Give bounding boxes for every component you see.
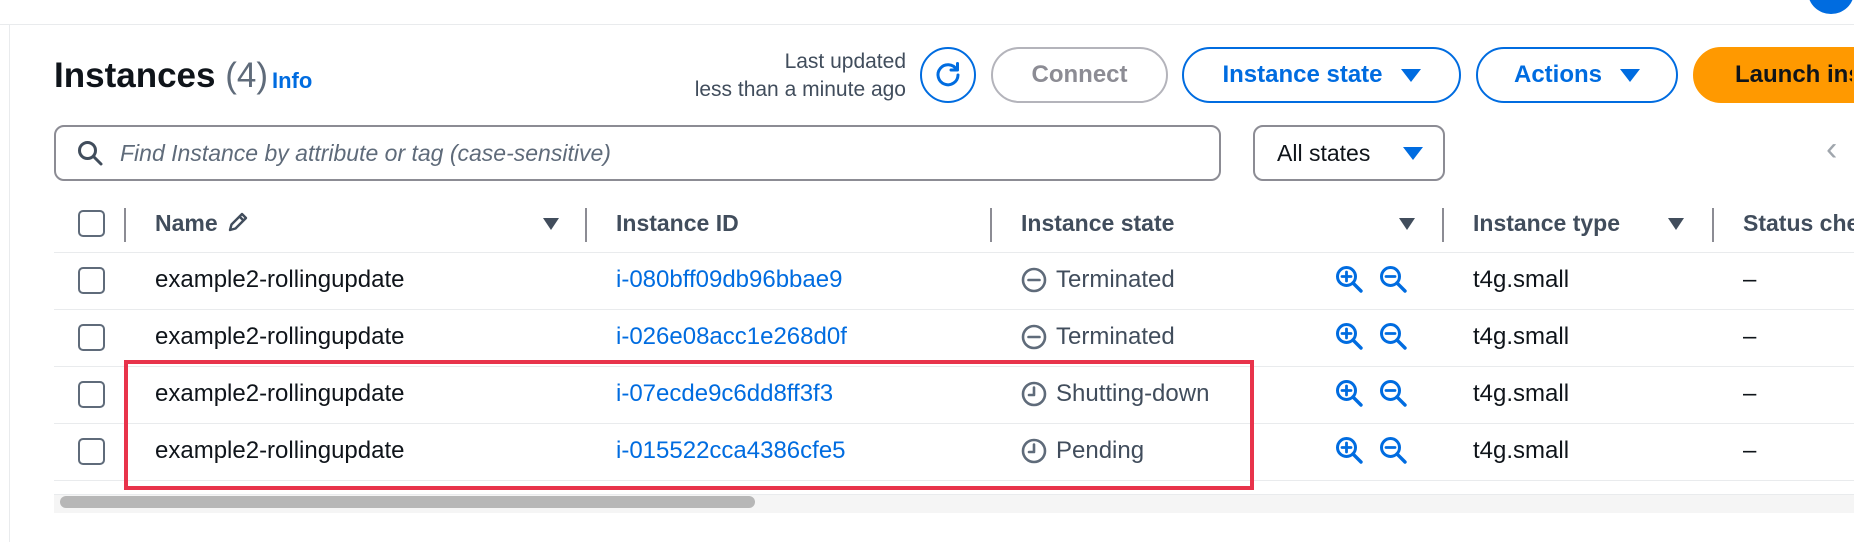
status-check: –: [1743, 266, 1757, 293]
instance-state-button[interactable]: Instance state: [1182, 47, 1461, 103]
last-updated-value: less than a minute ago: [694, 78, 906, 101]
instance-state-label: Terminated: [1056, 266, 1175, 293]
sort-caret-icon[interactable]: [1668, 218, 1684, 230]
column-header-instance-type[interactable]: Instance type: [1473, 210, 1620, 237]
zoom-out-icon[interactable]: [1378, 321, 1408, 351]
launch-instances-label: Launch ins: [1735, 61, 1854, 88]
column-header-name-label: Name: [155, 210, 218, 236]
column-divider[interactable]: [1712, 208, 1714, 242]
instance-state: Terminated: [1020, 266, 1175, 294]
column-header-name[interactable]: Name: [155, 210, 250, 237]
instance-type: t4g.small: [1473, 437, 1570, 464]
instance-id-link[interactable]: i-026e08acc1e268d0f: [616, 323, 847, 351]
search-input[interactable]: [118, 138, 1182, 168]
connect-button[interactable]: Connect: [991, 47, 1168, 103]
left-divider: [9, 24, 10, 542]
info-link[interactable]: Info: [272, 68, 312, 94]
refresh-icon: [936, 62, 960, 87]
row-checkbox[interactable]: [78, 381, 105, 408]
instance-state-label: Instance state: [1222, 61, 1383, 88]
column-divider[interactable]: [990, 208, 992, 242]
column-divider[interactable]: [585, 208, 587, 242]
actions-label: Actions: [1513, 61, 1602, 88]
sort-caret-icon[interactable]: [543, 218, 559, 230]
caret-down-icon: [1620, 68, 1640, 82]
column-divider[interactable]: [1442, 208, 1444, 242]
instance-name: example2-rollingupdate: [155, 266, 405, 293]
instance-type: t4g.small: [1473, 266, 1570, 293]
caret-down-icon: [1403, 146, 1423, 160]
minus-circle-icon: [1021, 324, 1047, 350]
search-icon: [78, 141, 103, 166]
select-all-checkbox[interactable]: [78, 210, 105, 237]
caret-down-icon: [1400, 68, 1421, 82]
column-header-instance-id[interactable]: Instance ID: [616, 210, 739, 237]
status-check: –: [1743, 437, 1757, 464]
minus-circle-icon: [1021, 267, 1047, 293]
sort-caret-icon[interactable]: [1399, 218, 1415, 230]
state-filter-value: All states: [1277, 139, 1371, 166]
instance-type: t4g.small: [1473, 323, 1570, 350]
connect-label: Connect: [1031, 61, 1128, 88]
last-updated: Last updated less than a minute ago: [695, 48, 906, 104]
row-checkbox[interactable]: [78, 324, 105, 351]
zoom-out-icon[interactable]: [1378, 435, 1408, 465]
zoom-in-icon[interactable]: [1334, 435, 1364, 465]
chevron-left-icon[interactable]: ‹: [1826, 130, 1837, 169]
page-title-text: Instances: [54, 56, 216, 95]
search-box[interactable]: [54, 125, 1221, 181]
pencil-icon: [228, 212, 248, 232]
zoom-in-icon[interactable]: [1334, 378, 1364, 408]
instance-type: t4g.small: [1473, 380, 1570, 407]
actions-button[interactable]: Actions: [1476, 47, 1678, 103]
column-header-status-check[interactable]: Status che: [1743, 210, 1854, 237]
column-header-instance-state[interactable]: Instance state: [1021, 210, 1174, 237]
instance-count: (4): [225, 56, 268, 95]
instance-name: example2-rollingupdate: [155, 323, 405, 350]
column-divider: [124, 208, 126, 242]
row-checkbox[interactable]: [78, 438, 105, 465]
zoom-out-icon[interactable]: [1378, 264, 1408, 294]
highlight-box: [124, 360, 1254, 490]
zoom-in-icon[interactable]: [1334, 264, 1364, 294]
instance-state: Terminated: [1020, 323, 1175, 351]
instance-state-label: Terminated: [1056, 323, 1175, 350]
last-updated-label: Last updated: [784, 50, 906, 73]
instance-id-link[interactable]: i-080bff09db96bbae9: [616, 266, 842, 294]
zoom-in-icon[interactable]: [1334, 321, 1364, 351]
scrollbar-thumb[interactable]: [60, 496, 755, 508]
top-bar: [0, 0, 1854, 25]
refresh-button[interactable]: [920, 47, 976, 103]
launch-instances-button[interactable]: Launch ins: [1693, 47, 1854, 103]
row-checkbox[interactable]: [78, 267, 105, 294]
status-check: –: [1743, 323, 1757, 350]
zoom-out-icon[interactable]: [1378, 378, 1408, 408]
status-check: –: [1743, 380, 1757, 407]
page-title: Instances (4): [54, 56, 268, 96]
state-filter-select[interactable]: All states: [1253, 125, 1445, 181]
